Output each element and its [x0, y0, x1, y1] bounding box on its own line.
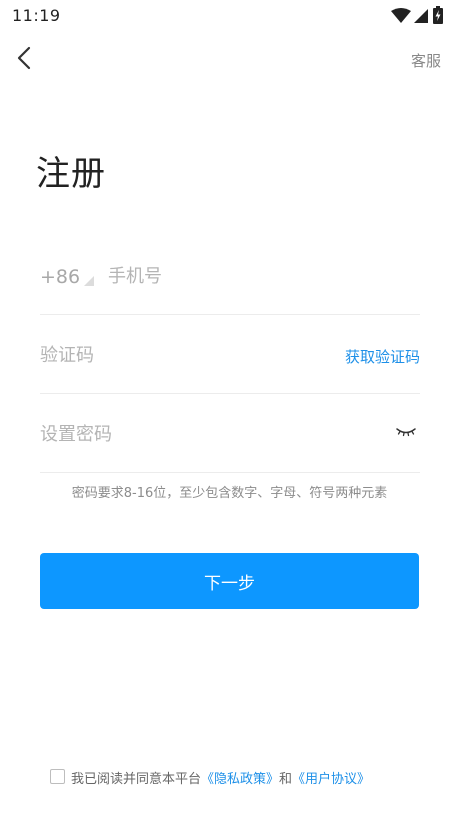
- code-row: 获取验证码: [40, 315, 420, 394]
- eye-closed-icon[interactable]: [396, 424, 416, 440]
- password-input[interactable]: [40, 418, 370, 450]
- battery-charging-icon: [433, 6, 443, 24]
- agreement-row: 我已阅读并同意本平台《隐私政策》和《用户协议》: [50, 766, 450, 788]
- agree-checkbox[interactable]: [50, 769, 65, 784]
- corner-dropdown-icon: [84, 276, 94, 286]
- agreement-connector: 和: [279, 772, 293, 787]
- phone-input[interactable]: [108, 260, 408, 292]
- agreement-text: 我已阅读并同意本平台《隐私政策》和《用户协议》: [71, 768, 370, 787]
- wifi-icon: [391, 8, 411, 23]
- signal-icon: [414, 9, 428, 23]
- password-row: [40, 394, 420, 473]
- status-time: 11:19: [12, 6, 61, 25]
- nav-bar: 客服: [0, 36, 459, 84]
- back-button[interactable]: [10, 44, 40, 74]
- next-button[interactable]: 下一步: [40, 553, 419, 609]
- user-agreement-link[interactable]: 《用户协议》: [292, 772, 370, 787]
- verification-code-input[interactable]: [40, 339, 330, 371]
- privacy-policy-link[interactable]: 《隐私政策》: [201, 772, 279, 787]
- country-code-selector[interactable]: +86: [40, 266, 80, 288]
- phone-row: +86: [40, 236, 420, 315]
- status-bar: 11:19: [0, 0, 459, 32]
- page-title: 注册: [36, 154, 106, 194]
- register-form: +86 获取验证码: [40, 236, 420, 473]
- customer-service-link[interactable]: 客服: [411, 50, 441, 71]
- chevron-left-icon: [17, 46, 31, 70]
- get-code-button[interactable]: 获取验证码: [345, 346, 420, 367]
- agreement-prefix: 我已阅读并同意本平台: [71, 772, 202, 787]
- password-hint: 密码要求8-16位，至少包含数字、字母、符号两种元素: [71, 486, 388, 501]
